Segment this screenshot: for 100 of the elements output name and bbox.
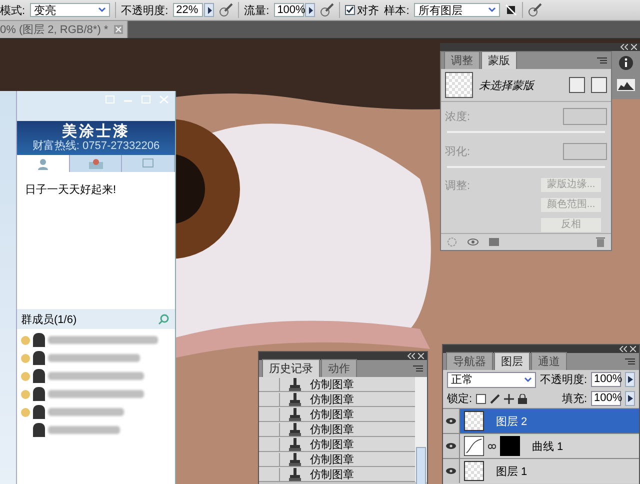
collapse-icon[interactable] bbox=[619, 346, 627, 352]
pixel-mask-button[interactable] bbox=[569, 77, 585, 93]
panel-tab[interactable]: 动作 bbox=[321, 359, 357, 377]
opacity-field[interactable]: 100% bbox=[591, 372, 621, 387]
stamp-icon bbox=[289, 378, 301, 390]
members-icon bbox=[36, 158, 49, 170]
align-checkbox[interactable] bbox=[345, 5, 356, 15]
flow-label: 流量: bbox=[244, 4, 270, 18]
brush-icon[interactable] bbox=[490, 394, 500, 404]
history-state[interactable]: 仿制图章 bbox=[259, 407, 415, 422]
history-state[interactable]: 仿制图章 bbox=[259, 377, 415, 392]
history-state-label: 仿制图章 bbox=[310, 392, 354, 406]
curves-icon bbox=[464, 436, 484, 456]
trash-icon[interactable] bbox=[596, 237, 605, 247]
close-icon[interactable] bbox=[418, 353, 424, 359]
close-icon[interactable] bbox=[631, 44, 637, 50]
album-icon bbox=[88, 158, 102, 168]
scrollbar[interactable] bbox=[415, 377, 427, 482]
layer-thumbnail bbox=[464, 411, 484, 431]
flow-field[interactable]: 100% bbox=[274, 3, 304, 17]
density-field[interactable] bbox=[563, 108, 607, 125]
layer-name: 曲线 1 bbox=[532, 440, 564, 454]
opacity-label: 不透明度: bbox=[121, 4, 168, 18]
opacity-label: 不透明度: bbox=[540, 372, 587, 387]
triangle-right-icon bbox=[308, 6, 313, 14]
fill-field[interactable]: 100% bbox=[591, 391, 621, 406]
collapse-icon[interactable] bbox=[407, 353, 415, 359]
vector-mask-button[interactable] bbox=[591, 77, 607, 93]
mask-thumbnail bbox=[445, 72, 473, 98]
blend-mode-dropdown[interactable]: 正常 bbox=[447, 372, 536, 388]
document-tab[interactable]: 0% (图层 2, RGB/8*) * bbox=[0, 21, 128, 38]
layer-thumbnail bbox=[464, 461, 484, 481]
layer-name: 图层 1 bbox=[496, 464, 528, 478]
slider-arrow-button[interactable] bbox=[305, 3, 316, 17]
history-state[interactable]: 仿制图章 bbox=[259, 452, 415, 467]
layer-row[interactable]: 图层 1 bbox=[443, 458, 639, 483]
panel-tab[interactable]: 蒙版 bbox=[481, 51, 517, 69]
stamp-icon bbox=[289, 438, 301, 450]
triangle-right-icon bbox=[628, 376, 632, 383]
history-state-label: 仿制图章 bbox=[310, 378, 354, 392]
ignore-adjustment-icon[interactable] bbox=[505, 4, 518, 16]
announcement-text: 日子一天天好起来! bbox=[25, 184, 116, 196]
triangle-right-icon bbox=[628, 395, 632, 402]
history-state-label: 仿制图章 bbox=[310, 408, 354, 422]
history-state[interactable]: 仿制图章 bbox=[259, 392, 415, 407]
scrollbar-thumb[interactable] bbox=[416, 447, 426, 484]
sample-dropdown[interactable]: 所有图层 bbox=[414, 3, 500, 17]
eye-icon bbox=[445, 442, 457, 450]
visibility-toggle[interactable] bbox=[443, 434, 460, 458]
mask-thumbnail bbox=[500, 436, 520, 456]
members-header: 群成员(1/6) bbox=[21, 312, 77, 326]
history-state[interactable]: 仿制图章 bbox=[259, 467, 415, 482]
slider-arrow-button[interactable] bbox=[625, 391, 635, 406]
banner-title: 美涂士漆 bbox=[61, 123, 131, 140]
panel-tab[interactable]: 调整 bbox=[444, 51, 480, 69]
align-label: 对齐 bbox=[357, 4, 380, 18]
mode-dropdown[interactable]: 变亮 bbox=[30, 3, 110, 17]
slider-arrow-button[interactable] bbox=[204, 3, 214, 17]
panel-tab[interactable]: 历史记录 bbox=[262, 359, 320, 377]
chevron-down-icon bbox=[488, 7, 496, 13]
visibility-toggle[interactable] bbox=[443, 459, 460, 483]
lock-transparency-icon[interactable] bbox=[476, 394, 486, 404]
layer-name: 图层 2 bbox=[496, 414, 528, 428]
history-state-label: 仿制图章 bbox=[310, 422, 354, 436]
close-icon[interactable] bbox=[630, 346, 636, 352]
stamp-icon bbox=[289, 468, 301, 480]
layer-row[interactable]: 曲线 1 bbox=[443, 433, 639, 458]
link-icon bbox=[488, 444, 496, 448]
mode-label: 模式: bbox=[0, 4, 26, 18]
stamp-icon bbox=[289, 392, 301, 406]
info-icon[interactable] bbox=[618, 55, 634, 71]
opacity-field[interactable]: 22% bbox=[173, 3, 204, 17]
layer-row[interactable]: 图层 2 bbox=[443, 408, 639, 433]
brush-icon[interactable] bbox=[528, 3, 542, 17]
mask-name: 未选择蒙版 bbox=[479, 78, 536, 92]
chevron-down-icon bbox=[98, 7, 106, 13]
fill-label: 填充: bbox=[562, 392, 587, 406]
stamp-icon bbox=[289, 422, 301, 436]
panel-menu-icon[interactable] bbox=[413, 365, 423, 372]
panel-menu-icon[interactable] bbox=[597, 57, 607, 64]
eye-icon[interactable] bbox=[467, 238, 479, 246]
panel-menu-icon[interactable] bbox=[625, 358, 635, 365]
feather-field[interactable] bbox=[563, 143, 607, 160]
history-state-label: 仿制图章 bbox=[310, 468, 354, 482]
panel-tab[interactable]: 通道 bbox=[531, 352, 567, 370]
panel-tab[interactable]: 导航器 bbox=[446, 352, 493, 370]
lock-icon[interactable] bbox=[518, 394, 528, 404]
history-state-label: 仿制图章 bbox=[310, 438, 354, 452]
visibility-toggle[interactable] bbox=[443, 409, 460, 433]
history-state[interactable]: 仿制图章 bbox=[259, 437, 415, 452]
collapse-icon[interactable] bbox=[620, 44, 628, 50]
chevron-down-icon bbox=[524, 376, 532, 382]
histogram-icon[interactable] bbox=[617, 79, 635, 91]
airbrush-icon[interactable] bbox=[320, 3, 334, 17]
slider-arrow-button[interactable] bbox=[625, 372, 635, 387]
brush-pressure-icon[interactable] bbox=[219, 3, 234, 17]
history-state[interactable]: 仿制图章 bbox=[259, 422, 415, 437]
panel-tab[interactable]: 图层 bbox=[494, 352, 530, 370]
move-icon[interactable] bbox=[504, 394, 514, 404]
triangle-right-icon bbox=[206, 6, 212, 14]
